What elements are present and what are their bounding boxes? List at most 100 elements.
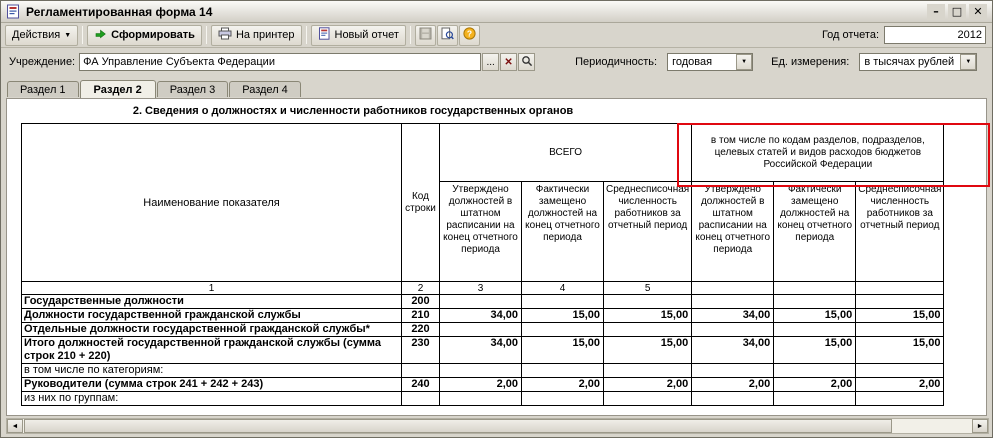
- value-cell: 15,00: [602, 336, 693, 364]
- indicator-name-cell: Государственные должности: [21, 294, 402, 309]
- periodicity-select[interactable]: годовая ▼: [667, 53, 754, 71]
- periodicity-label: Периодичность:: [575, 56, 658, 68]
- actions-button[interactable]: Действия ▼: [5, 24, 79, 46]
- value-cell: 2,00: [773, 377, 857, 392]
- report-year-input[interactable]: [884, 26, 986, 44]
- value-cell: [773, 294, 857, 309]
- value-cell: 2,00: [521, 377, 604, 392]
- indicator-name-cell: Итого должностей государственной граждан…: [21, 336, 402, 364]
- toolbar-separator: [305, 26, 307, 44]
- value-cell: [855, 363, 945, 378]
- new-report-button[interactable]: Новый отчет: [310, 24, 406, 46]
- save-button[interactable]: [414, 24, 436, 46]
- value-cell: 34,00: [691, 308, 775, 323]
- value-cell: 15,00: [773, 308, 857, 323]
- minimize-button[interactable]: –: [927, 3, 945, 20]
- line-code-cell: [401, 391, 440, 406]
- search-button[interactable]: [518, 53, 536, 71]
- line-code-cell: 210: [401, 308, 440, 323]
- value-cell: [602, 391, 693, 406]
- value-cell: [855, 322, 945, 337]
- line-code-cell: 230: [401, 336, 440, 364]
- table-row: Государственные должности 200: [21, 294, 945, 309]
- value-cell: [602, 294, 693, 309]
- numbers-row: 12345: [21, 281, 945, 295]
- value-cell: 15,00: [773, 336, 857, 364]
- indicator-name-cell: Руководители (сумма строк 241 + 242 + 24…: [21, 377, 402, 392]
- units-select[interactable]: в тысячах рублей ▼: [859, 53, 978, 71]
- column-number-6: [691, 281, 775, 295]
- value-cell: 15,00: [521, 336, 604, 364]
- value-cell: 34,00: [439, 308, 522, 323]
- scrollbar-track[interactable]: [892, 419, 972, 433]
- value-cell: 15,00: [855, 308, 945, 323]
- scrollbar-thumb[interactable]: [24, 419, 892, 433]
- toolbar-separator: [82, 26, 84, 44]
- indicator-name-cell: из них по группам:: [21, 391, 402, 406]
- value-cell: [773, 391, 857, 406]
- tab-razdel-1[interactable]: Раздел 1: [7, 81, 79, 97]
- preview-icon: [441, 27, 454, 43]
- column-number-5: 5: [602, 281, 693, 295]
- column-number-8: [855, 281, 945, 295]
- column-number-3: 3: [439, 281, 522, 295]
- subcol-header-6: Среднесписочная численность работников з…: [855, 181, 945, 282]
- new-report-icon: [318, 27, 331, 43]
- maximize-button[interactable]: □: [948, 3, 966, 20]
- choose-button[interactable]: ...: [482, 53, 500, 71]
- scroll-right-icon[interactable]: ►: [972, 419, 988, 433]
- institution-label: Учреждение:: [9, 56, 76, 68]
- chevron-down-icon[interactable]: ▼: [960, 54, 977, 70]
- filter-row: Учреждение: ... ✕ Периодичность: годовая…: [1, 48, 992, 76]
- help-button[interactable]: ?: [458, 24, 480, 46]
- report-body: Государственные должности 200 Должности го…: [21, 294, 945, 406]
- value-cell: [691, 322, 775, 337]
- column-number-7: [773, 281, 857, 295]
- svg-text:?: ?: [467, 29, 472, 39]
- app-window: Регламентированная форма 14 – □ ✕ Действ…: [0, 0, 993, 438]
- column-number-1: 1: [21, 281, 402, 295]
- print-label: На принтер: [235, 29, 295, 41]
- chevron-down-icon[interactable]: ▼: [736, 54, 753, 70]
- value-cell: [439, 363, 522, 378]
- preview-button[interactable]: [436, 24, 458, 46]
- value-cell: [691, 391, 775, 406]
- tab-razdel-3[interactable]: Раздел 3: [156, 81, 229, 97]
- generate-button[interactable]: Сформировать: [87, 24, 202, 46]
- line-code-cell: 240: [401, 377, 440, 392]
- horizontal-scrollbar[interactable]: ◄ ►: [6, 418, 989, 434]
- value-cell: [521, 294, 604, 309]
- table-row: Отдельные должности государственной граж…: [21, 322, 945, 337]
- tab-strip: Раздел 1 Раздел 2 Раздел 3 Раздел 4: [1, 76, 992, 98]
- value-cell: [855, 391, 945, 406]
- periodicity-value: годовая: [672, 56, 713, 68]
- tab-razdel-2[interactable]: Раздел 2: [79, 80, 156, 98]
- actions-label: Действия: [12, 29, 61, 41]
- table-row: Должности государственной гражданской сл…: [21, 308, 945, 323]
- value-cell: 34,00: [691, 336, 775, 364]
- search-icon: [521, 55, 533, 70]
- printer-icon: [218, 27, 232, 43]
- subcol-header-1: Утверждено должностей в штатном расписан…: [439, 181, 522, 282]
- institution-input[interactable]: [79, 53, 482, 71]
- table-row: из них по группам:: [21, 391, 945, 406]
- value-cell: [691, 294, 775, 309]
- group-header-row: Наименование показателя Код строки ВСЕГО…: [21, 123, 945, 282]
- value-cell: 2,00: [439, 377, 522, 392]
- close-button[interactable]: ✕: [969, 3, 987, 20]
- report-table: Наименование показателя Код строки ВСЕГО…: [21, 123, 945, 406]
- line-code-cell: 220: [401, 322, 440, 337]
- value-cell: 15,00: [521, 308, 604, 323]
- scroll-left-icon[interactable]: ◄: [7, 419, 23, 433]
- tab-razdel-4[interactable]: Раздел 4: [229, 81, 301, 97]
- total-group-header: ВСЕГО: [438, 123, 693, 182]
- clear-icon[interactable]: ✕: [500, 53, 518, 71]
- subcol-header-4: Утверждено должностей в штатном расписан…: [691, 181, 775, 282]
- value-cell: [773, 363, 857, 378]
- value-cell: 2,00: [855, 377, 945, 392]
- print-button[interactable]: На принтер: [210, 24, 302, 46]
- table-row: в том числе по категориям:: [21, 363, 945, 378]
- value-cell: [691, 363, 775, 378]
- value-cell: [602, 363, 693, 378]
- main-toolbar: Действия ▼ Сформировать На принтер Новый…: [1, 23, 992, 48]
